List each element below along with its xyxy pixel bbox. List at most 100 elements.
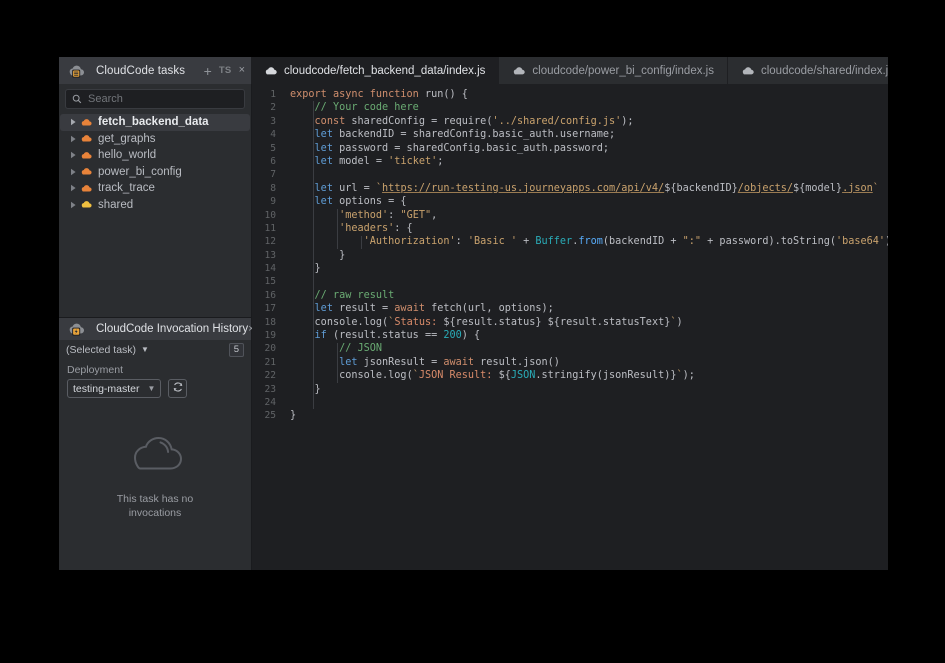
- deployment-select[interactable]: testing-master ▼: [67, 379, 162, 398]
- code-token: // JSON: [339, 343, 383, 355]
- code-text: 'method': "GET",: [284, 209, 888, 222]
- line-number: 20: [264, 343, 276, 355]
- add-task-button[interactable]: +: [204, 64, 212, 78]
- chevron-down-icon[interactable]: ▼: [141, 345, 149, 354]
- tree-item-get-graphs[interactable]: get_graphs: [60, 131, 250, 148]
- line-number: 15: [264, 276, 276, 288]
- code-token: ): [885, 236, 888, 247]
- tree-empty-space: [59, 213, 251, 317]
- code-text: // raw result: [284, 289, 888, 302]
- tasks-header-actions: + TS ×: [204, 64, 245, 78]
- code-text: }: [284, 383, 888, 396]
- code-token: (): [547, 356, 560, 368]
- code-line: 21 let jsonResult = await result.json(): [252, 356, 888, 369]
- code-line: 5 let password = sharedConfig.basic_auth…: [252, 142, 888, 155]
- editor-tab-2[interactable]: cloudcode/shared/index.js: [728, 57, 888, 84]
- code-token: 'method': [339, 209, 389, 221]
- code-line: 4 let backendID = sharedConfig.basic_aut…: [252, 128, 888, 141]
- cloudcode-tasks-tab-header[interactable]: CloudCode tasks + TS ×: [59, 57, 251, 84]
- code-token: + password).: [701, 236, 781, 248]
- code-token: let: [314, 129, 340, 141]
- code-line: 22 console.log(`JSON Result: ${JSON.stri…: [252, 369, 888, 382]
- line-number: 25: [264, 410, 276, 422]
- close-icon[interactable]: ×: [239, 65, 245, 76]
- chevron-right-icon[interactable]: [68, 151, 79, 159]
- code-text: 'headers': {: [284, 222, 888, 235]
- code-line: 14 }: [252, 262, 888, 275]
- code-text: // Your code here: [284, 101, 888, 114]
- search-input[interactable]: Search: [65, 89, 245, 109]
- tree-item-track-trace[interactable]: track_trace: [60, 180, 250, 197]
- typescript-toggle-button[interactable]: TS: [219, 65, 232, 76]
- tree-item-hello-world[interactable]: hello_world: [60, 147, 250, 164]
- code-text: // JSON: [284, 342, 888, 355]
- refresh-button[interactable]: [168, 379, 188, 398]
- task-selector-row: (Selected task) ▼ 5: [59, 340, 251, 359]
- cloud-icon: [512, 66, 526, 76]
- code-token: "GET": [400, 209, 432, 221]
- deployment-label: Deployment: [67, 364, 124, 376]
- code-token: (url, options);: [461, 303, 554, 315]
- line-number: 18: [264, 316, 276, 328]
- invocation-count-badge[interactable]: 5: [228, 342, 244, 357]
- chevron-right-icon[interactable]: [68, 135, 79, 143]
- code-text: }: [284, 262, 888, 275]
- chevron-right-icon[interactable]: [68, 118, 79, 126]
- chevron-right-icon[interactable]: [68, 168, 79, 176]
- invocation-history-header[interactable]: CloudCode Invocation History ×: [59, 318, 255, 340]
- line-number: 23: [264, 383, 276, 395]
- cloud-tasks-icon: [67, 64, 85, 78]
- tree-item-shared[interactable]: shared: [60, 197, 250, 214]
- tree-item-power-bi-config[interactable]: power_bi_config: [60, 164, 250, 181]
- cloud-icon: [80, 134, 92, 143]
- chevron-right-icon[interactable]: [68, 184, 79, 192]
- line-number: 19: [264, 330, 276, 342]
- code-token: console: [339, 370, 383, 382]
- code-token: console: [314, 316, 358, 328]
- code-token: const: [314, 115, 352, 127]
- code-token: await: [394, 303, 432, 315]
- editor-tab-label: cloudcode/power_bi_config/index.js: [532, 64, 714, 77]
- code-token: JSON: [510, 370, 536, 382]
- code-line: 25}: [252, 409, 888, 422]
- code-text: const sharedConfig = require('../shared/…: [284, 115, 888, 128]
- code-text: let model = 'ticket';: [284, 155, 888, 168]
- tree-item-fetch-backend-data[interactable]: fetch_backend_data: [60, 114, 250, 131]
- code-token: ,: [431, 209, 438, 221]
- chevron-down-icon: ▼: [147, 384, 156, 393]
- code-token: let: [314, 196, 340, 208]
- cloud-icon: [80, 167, 92, 176]
- code-token: JSON Result:: [418, 370, 499, 382]
- cloud-outline-icon: [124, 433, 186, 482]
- empty-state-line-2: invocations: [128, 507, 182, 519]
- empty-state-message: This task has no invocations: [117, 492, 193, 520]
- code-editor[interactable]: 1 export async function run() {2 // Your …: [252, 84, 888, 570]
- chevron-right-icon[interactable]: [68, 201, 79, 209]
- left-panel: Search fetch_backend_data get_graphs hel…: [59, 84, 255, 570]
- code-token: result =: [339, 303, 395, 315]
- code-token: (backendID +: [602, 236, 683, 248]
- code-token: :: [388, 209, 401, 221]
- code-line: 11 'headers': {: [252, 222, 888, 235]
- code-text: let password = sharedConfig.basic_auth.p…: [284, 142, 888, 155]
- code-token: +: [516, 236, 536, 248]
- code-token: .json: [842, 182, 873, 194]
- code-token: require: [443, 115, 487, 127]
- code-token: }: [290, 410, 297, 422]
- editor-tab-1[interactable]: cloudcode/power_bi_config/index.js: [499, 57, 728, 84]
- code-token: ${result.status}: [443, 316, 542, 328]
- task-tree: fetch_backend_data get_graphs hello_worl…: [59, 113, 251, 213]
- task-selector-label[interactable]: (Selected task): [66, 344, 136, 356]
- code-line: 7: [252, 168, 888, 181]
- code-token: ${: [498, 370, 511, 382]
- code-text: }: [284, 409, 888, 422]
- code-token: let: [314, 182, 340, 194]
- refresh-icon: [172, 380, 184, 398]
- editor-tab-0[interactable]: cloudcode/fetch_backend_data/index.js: [251, 57, 500, 84]
- code-line: 1 export async function run() {: [252, 88, 888, 101]
